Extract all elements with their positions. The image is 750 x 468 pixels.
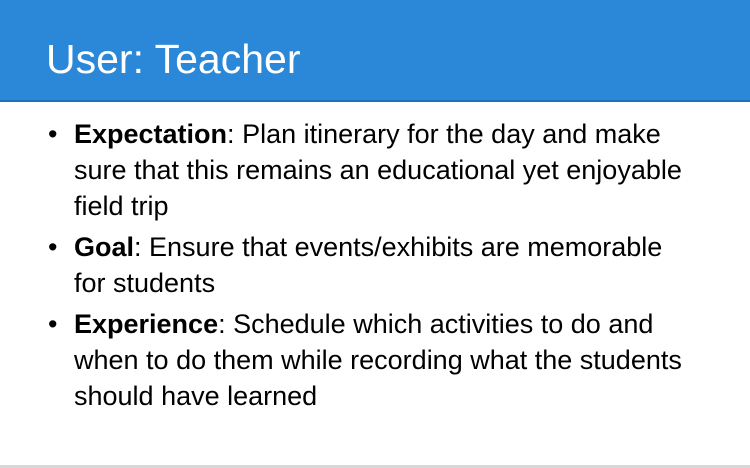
bullet-marker: • (48, 309, 58, 339)
bullet-term: Goal (74, 232, 135, 262)
bullet-item-expectation: • Expectation: Plan itinerary for the day… (48, 116, 688, 224)
bullet-term: Expectation (74, 119, 228, 149)
bullet-separator: : (227, 119, 235, 149)
bullet-separator: : (218, 309, 226, 339)
bullet-separator: : (134, 232, 142, 262)
title-bar: User: Teacher (0, 0, 750, 102)
bullet-list: • Expectation: Plan itinerary for the day… (48, 116, 688, 419)
bullet-term: Experience (74, 309, 219, 339)
bullet-marker: • (48, 119, 58, 149)
slide-title: User: Teacher (46, 36, 301, 82)
slide: User: Teacher • Expectation: Plan itinera… (0, 0, 750, 468)
bullet-item-goal: • Goal: Ensure that events/exhibits are m… (48, 229, 688, 301)
bullet-item-experience: • Experience: Schedule which activities t… (48, 306, 688, 414)
bullet-marker: • (48, 232, 58, 262)
bullet-text: Ensure that events/exhibits are memorabl… (74, 232, 663, 298)
